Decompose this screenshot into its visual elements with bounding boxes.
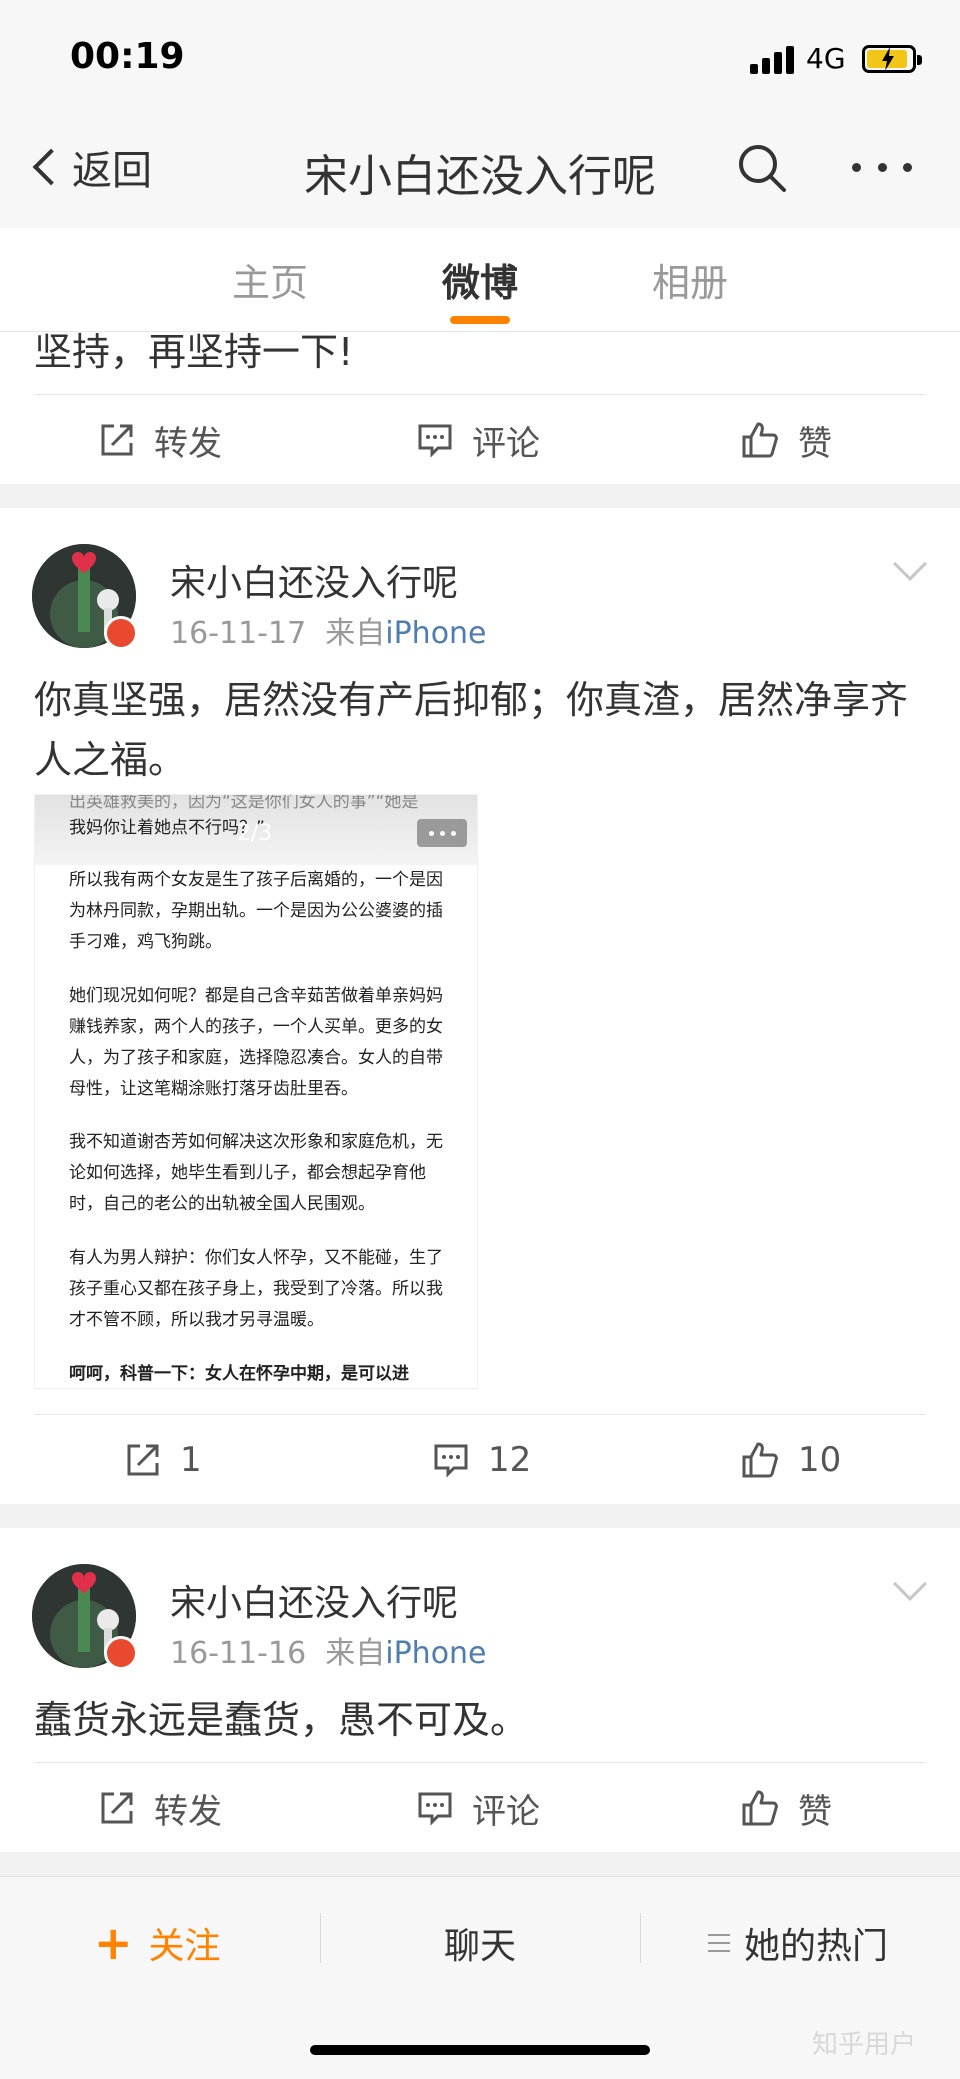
chevron-down-icon[interactable]: [893, 1567, 927, 1601]
image-paragraph: 呵呵，科普一下：女人在怀孕中期，是可以进: [69, 1364, 409, 1384]
chat-label: 聊天: [444, 1926, 517, 1967]
post-text-line2: 人之福。: [34, 738, 187, 782]
like-label: 赞: [798, 423, 832, 464]
image-paragraph: 我不知道谢杏芳如何解决这次形象和家庭危机，无论如何选择，她毕生看到儿子，都会想起…: [69, 1132, 443, 1214]
signal-strength-icon: [750, 44, 796, 74]
search-icon[interactable]: [734, 140, 790, 196]
post-action-bar: 转发 评论 赞: [0, 395, 960, 485]
post-meta: 16-11-16 来自iPhone: [170, 1628, 487, 1672]
thumbs-up-icon: [742, 1442, 778, 1478]
chat-button[interactable]: 聊天: [444, 1913, 516, 1973]
like-label: 赞: [798, 1791, 832, 1832]
like-button[interactable]: 赞: [740, 1763, 832, 1853]
follow-button[interactable]: + 关注: [94, 1913, 221, 1973]
top-area: 00:19 4G 返回 宋小白还没入行呢: [0, 0, 960, 228]
repost-button[interactable]: 1: [124, 1415, 202, 1505]
like-button[interactable]: 10: [740, 1415, 841, 1505]
comment-count: 12: [488, 1440, 532, 1480]
chevron-down-icon[interactable]: [893, 547, 927, 581]
hot-posts-button[interactable]: 她的热门: [708, 1913, 888, 1973]
repost-label: 转发: [154, 1791, 222, 1832]
repost-icon: [127, 1444, 159, 1476]
post-date: 16-11-16: [170, 1636, 307, 1671]
feed-gap: [0, 484, 960, 508]
repost-icon: [101, 1792, 133, 1824]
comment-icon: [418, 1792, 452, 1826]
image-more-icon[interactable]: [417, 819, 467, 847]
comment-label: 评论: [472, 423, 540, 464]
repost-label: 转发: [154, 423, 222, 464]
post-source[interactable]: iPhone: [385, 1636, 486, 1671]
post-date: 16-11-17: [170, 616, 307, 651]
like-button[interactable]: 赞: [740, 395, 832, 485]
post-action-bar: 转发 评论 赞: [0, 1763, 960, 1853]
profile-tabs: 主页 微博 相册: [0, 228, 960, 332]
post-source-prefix: 来自: [325, 1636, 386, 1671]
repost-icon: [101, 424, 133, 456]
post-action-bar: 1 12 10: [0, 1415, 960, 1505]
thumbs-up-icon: [742, 1790, 778, 1826]
thumbs-up-icon: [742, 422, 778, 458]
feed-gap: [0, 1852, 960, 1876]
tab-weibo[interactable]: 微博: [410, 252, 550, 307]
post-meta: 16-11-17 来自iPhone: [170, 608, 487, 652]
comment-icon: [418, 424, 452, 458]
post-text: 坚持，再坚持一下!: [34, 330, 354, 374]
more-icon[interactable]: [852, 152, 912, 182]
image-paragraph: 有人为男人辩护：你们女人怀孕，又不能碰，生了孩子重心又都在孩子身上，我受到了冷落…: [69, 1248, 443, 1330]
watermark: 知乎用户: [812, 2030, 917, 2060]
post-image[interactable]: 出英雄救美的，因为“这是你们女人的事”“她是 我妈你让着她点不行吗？” 2/3 …: [34, 794, 478, 1389]
post-source[interactable]: iPhone: [385, 616, 486, 651]
hot-posts-label: 她的热门: [744, 1926, 889, 1967]
post-text-line1: 你真坚强，居然没有产后抑郁；你真渣，居然净享齐: [34, 678, 909, 722]
image-paragraph: 所以我有两个女友是生了孩子后离婚的，一个是因为林丹同款，孕期出轨。一个是因为公公…: [69, 870, 443, 952]
repost-count: 1: [180, 1440, 202, 1480]
home-indicator[interactable]: [310, 2045, 650, 2055]
comment-button[interactable]: 12: [432, 1415, 531, 1505]
toolbar-separator: [640, 1913, 641, 1963]
author-name[interactable]: 宋小白还没入行呢: [170, 554, 458, 606]
follow-label: 关注: [148, 1926, 221, 1967]
like-count: 10: [798, 1440, 842, 1480]
active-tab-indicator: [450, 316, 510, 324]
page-title: 宋小白还没入行呢: [304, 151, 656, 202]
repost-button[interactable]: 转发: [98, 395, 222, 485]
image-paragraph: 她们现况如何呢？都是自己含辛茹苦做着单亲妈妈赚钱养家，两个人的孩子，一个人买单。…: [69, 986, 443, 1099]
post-text: 蠢货永远是蠢货，愚不可及。: [34, 1698, 529, 1742]
comment-label: 评论: [472, 1791, 540, 1832]
comment-button[interactable]: 评论: [416, 395, 540, 485]
feed-gap: [0, 1504, 960, 1528]
verified-badge-icon: [104, 1636, 138, 1670]
tab-home[interactable]: 主页: [200, 252, 340, 307]
author-name[interactable]: 宋小白还没入行呢: [170, 1574, 458, 1626]
repost-button[interactable]: 转发: [98, 1763, 222, 1853]
network-type: 4G: [806, 42, 846, 75]
comment-icon: [434, 1444, 468, 1478]
tab-album[interactable]: 相册: [620, 252, 760, 307]
image-page-indicator: 2/3: [237, 821, 273, 846]
post-source-prefix: 来自: [325, 616, 386, 651]
comment-button[interactable]: 评论: [416, 1763, 540, 1853]
battery-icon: [862, 45, 922, 73]
verified-badge-icon: [104, 616, 138, 650]
status-time: 00:19: [70, 36, 185, 77]
toolbar-separator: [320, 1913, 321, 1963]
menu-icon: [708, 1934, 730, 1952]
plus-icon: +: [94, 1916, 133, 1970]
